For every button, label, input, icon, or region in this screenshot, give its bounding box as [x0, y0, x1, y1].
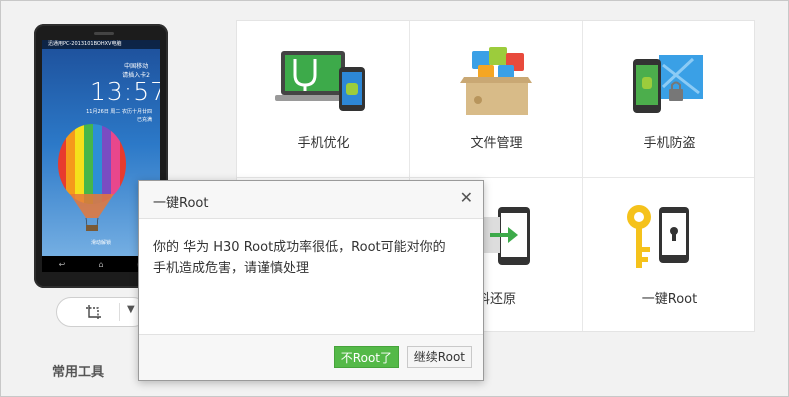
dialog-message-line2: 手机造成危害，请谨慎处理: [153, 261, 310, 276]
dialog-title: 一键Root: [153, 196, 209, 211]
tool-label: 文件管理: [470, 136, 523, 151]
tool-label: 手机优化: [297, 136, 350, 151]
phone-optimize-icon: [275, 51, 365, 111]
dialog-footer: 不Root了 继续Root: [139, 334, 483, 380]
dialog-header: 一键Root ✕: [139, 181, 483, 219]
tool-label: 手机防盗: [643, 136, 696, 151]
one-key-root-icon: [627, 205, 689, 268]
phone-clock: 13:57: [90, 77, 160, 106]
screenshot-control[interactable]: ▼: [56, 297, 148, 327]
tool-one-key-root[interactable]: 一键Root: [583, 177, 756, 333]
date-line1: 11月26日 周二 农历十月廿四: [86, 109, 152, 115]
screenshot-crop-icon[interactable]: [85, 304, 103, 322]
dialog-message: 你的 华为 H30 Root成功率很低，Root可能对你的 手机造成危害，请谨慎…: [153, 237, 475, 279]
root-warning-dialog: 一键Root ✕ 你的 华为 H30 Root成功率很低，Root可能对你的 手…: [138, 180, 484, 381]
chevron-down-icon[interactable]: ▼: [127, 304, 135, 315]
section-title-common-tools: 常用工具: [52, 365, 105, 380]
tool-anti-theft[interactable]: 手机防盗: [583, 21, 756, 177]
file-manager-icon: [460, 47, 532, 115]
anti-theft-icon: [633, 55, 703, 113]
tool-phone-optimize[interactable]: 手机优化: [237, 21, 410, 177]
continue-root-button[interactable]: 继续Root: [406, 346, 472, 368]
back-icon: ↩: [58, 259, 66, 269]
dialog-message-line1: 你的 华为 H30 Root成功率很低，Root可能对你的: [153, 240, 446, 255]
phone-statusbar: 迅通用PC-2013101BOHXV电脑: [42, 40, 160, 49]
home-icon: ⌂: [98, 259, 104, 269]
carrier-line1: 中国移动: [124, 63, 149, 70]
screenshot-control-divider: [119, 303, 120, 321]
hot-air-balloon-image: [58, 124, 126, 231]
close-icon[interactable]: ✕: [460, 189, 473, 207]
no-root-button[interactable]: 不Root了: [333, 346, 399, 368]
tool-file-manager[interactable]: 文件管理: [410, 21, 583, 177]
tool-label: 一键Root: [641, 292, 698, 307]
phone-earpiece: [94, 32, 114, 35]
